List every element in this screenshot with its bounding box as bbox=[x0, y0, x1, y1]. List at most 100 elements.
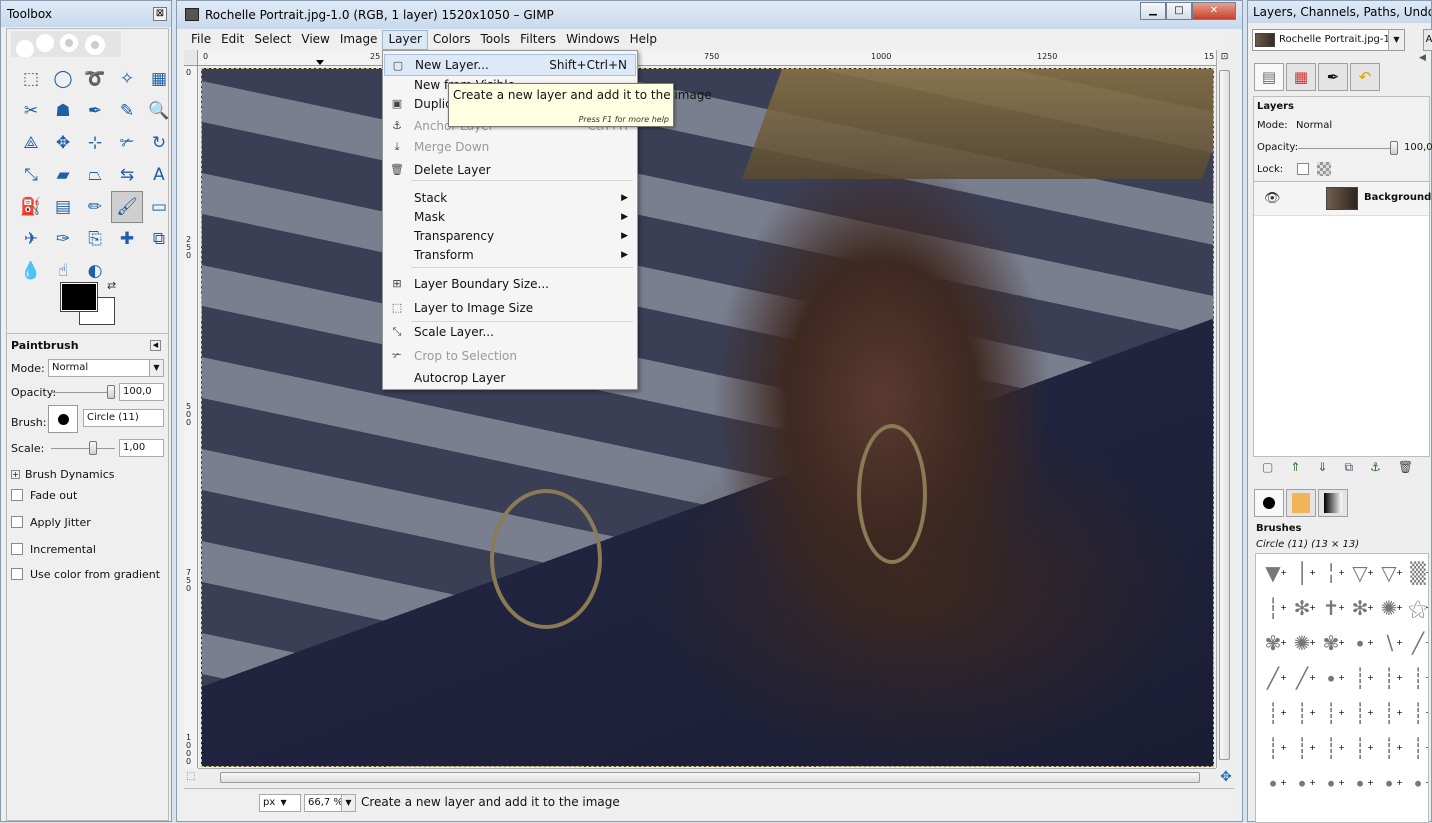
raise-layer-icon[interactable]: ⇑ bbox=[1290, 460, 1300, 475]
swap-colors-icon[interactable]: ⇄ bbox=[107, 279, 116, 292]
menu-item-crop-to-selection[interactable]: ✃ Crop to Selection bbox=[384, 345, 636, 367]
shear-icon[interactable]: ▰ bbox=[47, 159, 79, 191]
color-picker-icon[interactable]: ✎ bbox=[111, 95, 143, 127]
brush-thumbnail[interactable]: │ + bbox=[1287, 558, 1317, 588]
menu-item-new-layer[interactable]: ▢ New Layer... Shift+Ctrl+N bbox=[384, 54, 636, 76]
paintbrush-icon[interactable]: 🖌 bbox=[111, 191, 143, 223]
brush-thumbnail[interactable]: ✾ + bbox=[1316, 628, 1346, 658]
brush-thumbnail[interactable]: ┊+ bbox=[1258, 698, 1288, 728]
brush-thumbnail[interactable]: ∙+ bbox=[1287, 768, 1317, 798]
vertical-scrollbar[interactable]: ⊡ bbox=[1216, 50, 1232, 768]
brush-thumbnail[interactable]: ┊+ bbox=[1403, 663, 1428, 693]
bucket-fill-icon[interactable]: ⛽ bbox=[15, 191, 47, 223]
eraser-icon[interactable]: ▭ bbox=[143, 191, 175, 223]
perspective-icon[interactable]: ⏢ bbox=[79, 159, 111, 191]
fuzzy-select-icon[interactable]: ✧ bbox=[111, 63, 143, 95]
ink-icon[interactable]: ✑ bbox=[47, 223, 79, 255]
brush-thumbnail[interactable]: ∙+ bbox=[1374, 768, 1404, 798]
mode-select[interactable]: Normal ▼ bbox=[48, 359, 164, 377]
brush-thumbnail[interactable]: ┆ + bbox=[1258, 593, 1288, 623]
foreground-select-icon[interactable]: ☗ bbox=[47, 95, 79, 127]
duplicate-layer-icon[interactable]: ⧉ bbox=[1344, 460, 1353, 475]
paths-icon[interactable]: ✒ bbox=[79, 95, 111, 127]
layers-opacity-slider[interactable] bbox=[1298, 141, 1398, 155]
brush-thumbnail[interactable]: ▽ + bbox=[1345, 558, 1375, 588]
brush-thumbnail[interactable]: ∙+ bbox=[1258, 768, 1288, 798]
use-color-gradient-row[interactable]: Use color from gradient bbox=[11, 566, 164, 582]
layer-list[interactable]: 👁 Background bbox=[1253, 181, 1431, 457]
menu-tools[interactable]: Tools bbox=[476, 30, 516, 50]
menu-item-layer-boundary-size[interactable]: ⊞ Layer Boundary Size... bbox=[384, 273, 636, 295]
vertical-ruler[interactable]: 0 2 5 0 5 0 0 7 5 0 1 0 0 0 bbox=[184, 66, 198, 768]
flip-icon[interactable]: ⇆ bbox=[111, 159, 143, 191]
opacity-slider[interactable] bbox=[51, 385, 115, 399]
brush-thumbnail[interactable]: ▼ + bbox=[1258, 558, 1288, 588]
fade-out-checkbox[interactable] bbox=[11, 489, 23, 501]
brush-thumbnail[interactable]: ╱+ bbox=[1258, 663, 1288, 693]
incremental-row[interactable]: Incremental bbox=[11, 541, 164, 557]
brush-thumbnail[interactable]: ┊+ bbox=[1374, 733, 1404, 763]
menu-select[interactable]: Select bbox=[249, 30, 296, 50]
lock-alpha-icon[interactable] bbox=[1317, 162, 1331, 176]
tab-brushes[interactable] bbox=[1254, 489, 1284, 517]
navigate-icon[interactable]: ⊡ bbox=[1219, 52, 1230, 66]
scale-spin[interactable]: 1,00 bbox=[119, 439, 164, 457]
brush-thumbnail[interactable]: ✺ + bbox=[1374, 593, 1404, 623]
menu-item-autocrop-layer[interactable]: Autocrop Layer bbox=[384, 367, 636, 389]
ruler-corner[interactable] bbox=[184, 50, 198, 66]
perspective-clone-icon[interactable]: ⧉ bbox=[143, 223, 175, 255]
auto-button[interactable]: A bbox=[1423, 29, 1432, 51]
maximize-icon[interactable]: □ bbox=[1166, 2, 1192, 20]
opacity-spin[interactable]: 100,0 bbox=[119, 383, 164, 401]
scale-icon[interactable]: ⤡ bbox=[15, 159, 47, 191]
menu-windows[interactable]: Windows bbox=[561, 30, 625, 50]
menu-item-transform[interactable]: Transform ▶ bbox=[384, 244, 636, 266]
quick-mask-icon[interactable]: ⬚ bbox=[186, 771, 195, 782]
brush-thumbnail[interactable]: ✺ + bbox=[1287, 628, 1317, 658]
brush-thumbnail[interactable]: ∙+ bbox=[1345, 628, 1375, 658]
brush-thumbnail[interactable]: ╱+ bbox=[1287, 663, 1317, 693]
horizontal-scroll-thumb[interactable] bbox=[220, 772, 1200, 783]
brush-thumbnail[interactable]: ┊+ bbox=[1316, 733, 1346, 763]
brush-thumbnail[interactable]: ┊+ bbox=[1345, 733, 1375, 763]
tab-patterns[interactable] bbox=[1286, 489, 1316, 517]
menu-colors[interactable]: Colors bbox=[428, 30, 476, 50]
new-layer-icon[interactable]: ▢ bbox=[1262, 460, 1273, 475]
menu-layer[interactable]: Layer bbox=[382, 30, 428, 50]
lock-pixels-checkbox[interactable] bbox=[1297, 163, 1309, 175]
zoom-icon[interactable]: 🔍 bbox=[143, 95, 175, 127]
brush-thumbnail[interactable]: ✻ + bbox=[1287, 593, 1317, 623]
brush-thumbnail[interactable]: ∙+ bbox=[1345, 768, 1375, 798]
crop-icon[interactable]: ✃ bbox=[111, 127, 143, 159]
brush-thumbnail[interactable]: ∙+ bbox=[1316, 663, 1346, 693]
menu-item-delete-layer[interactable]: 🗑 Delete Layer bbox=[384, 159, 636, 181]
brush-thumbnail[interactable]: ✻ + bbox=[1345, 593, 1375, 623]
color-select-icon[interactable]: ▦ bbox=[143, 63, 175, 95]
menu-file[interactable]: File bbox=[186, 30, 216, 50]
move-icon[interactable]: ✥ bbox=[47, 127, 79, 159]
blend-icon[interactable]: ▤ bbox=[47, 191, 79, 223]
zoom-select[interactable]: 66,7 % ▼ bbox=[304, 794, 356, 812]
brush-thumbnail[interactable]: ┊+ bbox=[1374, 663, 1404, 693]
brush-preview-button[interactable] bbox=[48, 405, 78, 433]
lower-layer-icon[interactable]: ⇓ bbox=[1317, 460, 1327, 475]
horizontal-scrollbar[interactable]: ⬚ ✥ bbox=[186, 768, 1232, 786]
use-color-gradient-checkbox[interactable] bbox=[11, 568, 23, 580]
minimize-icon[interactable]: ▁ bbox=[1140, 2, 1166, 20]
menu-view[interactable]: View bbox=[296, 30, 334, 50]
foreground-color[interactable] bbox=[60, 282, 98, 312]
text-icon[interactable]: A bbox=[143, 159, 175, 191]
tool-options-restore-icon[interactable]: ◀ bbox=[150, 340, 161, 351]
menu-item-layer-to-image-size[interactable]: ⬚ Layer to Image Size bbox=[384, 297, 636, 319]
brush-thumbnail[interactable]: ┊+ bbox=[1258, 733, 1288, 763]
brush-thumbnail[interactable]: ┊+ bbox=[1287, 733, 1317, 763]
nav-cross-icon[interactable]: ✥ bbox=[1220, 769, 1232, 785]
blur-icon[interactable]: 💧 bbox=[15, 255, 47, 287]
brush-thumbnail[interactable]: ┊+ bbox=[1316, 698, 1346, 728]
rotate-icon[interactable]: ↻ bbox=[143, 127, 175, 159]
heal-icon[interactable]: ✚ bbox=[111, 223, 143, 255]
image-select[interactable]: Rochelle Portrait.jpg-1 ▼ bbox=[1252, 29, 1405, 51]
menu-help[interactable]: Help bbox=[625, 30, 662, 50]
opacity-slider-handle[interactable] bbox=[107, 385, 115, 399]
toolbox-close-icon[interactable]: ⊠ bbox=[153, 7, 167, 21]
